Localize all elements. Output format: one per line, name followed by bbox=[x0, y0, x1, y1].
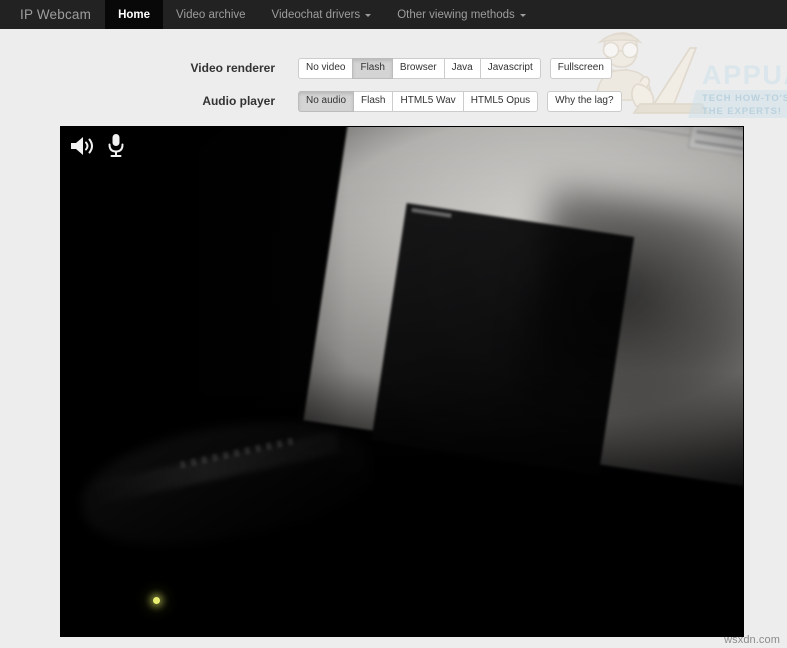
audio-player-controls: No audio Flash HTML5 Wav HTML5 Opus Why … bbox=[298, 90, 622, 112]
controls-panel: Video renderer No video Flash Browser Ja… bbox=[0, 29, 787, 112]
nav-item-video-archive[interactable]: Video archive bbox=[163, 0, 258, 29]
audio-player-label: Audio player bbox=[202, 94, 275, 108]
status-led-indicator bbox=[153, 597, 160, 604]
video-frame bbox=[61, 127, 743, 636]
why-the-lag-button-group: Why the lag? bbox=[547, 90, 622, 112]
audio-player-no-audio-button[interactable]: No audio bbox=[298, 90, 355, 112]
chevron-down-icon bbox=[365, 14, 372, 17]
nav-item-list: Home Video archive Videochat drivers Oth… bbox=[105, 0, 539, 29]
video-renderer-flash-button[interactable]: Flash bbox=[352, 57, 393, 79]
video-renderer-java-button[interactable]: Java bbox=[443, 57, 481, 79]
audio-player-html5-wav-button[interactable]: HTML5 Wav bbox=[392, 90, 464, 112]
chevron-down-icon bbox=[519, 14, 526, 17]
site-credit-watermark: wsxdn.com bbox=[724, 634, 780, 646]
nav-item-home[interactable]: Home bbox=[105, 0, 164, 29]
top-navbar: IP Webcam Home Video archive Videochat d… bbox=[0, 0, 787, 29]
video-stream-viewport[interactable] bbox=[60, 126, 744, 637]
video-renderer-javascript-button[interactable]: Javascript bbox=[479, 57, 541, 79]
nav-item-label: Video archive bbox=[176, 8, 246, 21]
audio-player-flash-button[interactable]: Flash bbox=[353, 90, 394, 112]
video-overlay-icons bbox=[69, 133, 125, 159]
video-renderer-row: Video renderer No video Flash Browser Ja… bbox=[0, 57, 787, 79]
fullscreen-button-group: Fullscreen bbox=[549, 57, 612, 79]
scene-vignette bbox=[61, 127, 743, 636]
nav-item-videochat-drivers[interactable]: Videochat drivers bbox=[259, 0, 385, 29]
audio-player-html5-opus-button[interactable]: HTML5 Opus bbox=[462, 90, 539, 112]
video-renderer-button-group: No video Flash Browser Java Javascript bbox=[298, 57, 541, 79]
audio-player-button-group: No audio Flash HTML5 Wav HTML5 Opus bbox=[298, 90, 539, 112]
video-renderer-label: Video renderer bbox=[190, 61, 275, 75]
fullscreen-button[interactable]: Fullscreen bbox=[549, 57, 612, 79]
nav-item-label: Home bbox=[118, 8, 151, 21]
nav-item-other-viewing-methods[interactable]: Other viewing methods bbox=[384, 0, 539, 29]
nav-item-label: Other viewing methods bbox=[397, 8, 515, 21]
microphone-icon[interactable] bbox=[107, 133, 125, 159]
why-the-lag-button[interactable]: Why the lag? bbox=[547, 90, 622, 112]
speaker-icon[interactable] bbox=[69, 134, 95, 158]
nav-item-label: Videochat drivers bbox=[271, 8, 361, 21]
video-renderer-no-video-button[interactable]: No video bbox=[298, 57, 354, 79]
video-renderer-controls: No video Flash Browser Java Javascript F… bbox=[298, 57, 612, 79]
brand-title[interactable]: IP Webcam bbox=[0, 0, 105, 29]
video-renderer-browser-button[interactable]: Browser bbox=[391, 57, 445, 79]
audio-player-row: Audio player No audio Flash HTML5 Wav HT… bbox=[0, 90, 787, 112]
